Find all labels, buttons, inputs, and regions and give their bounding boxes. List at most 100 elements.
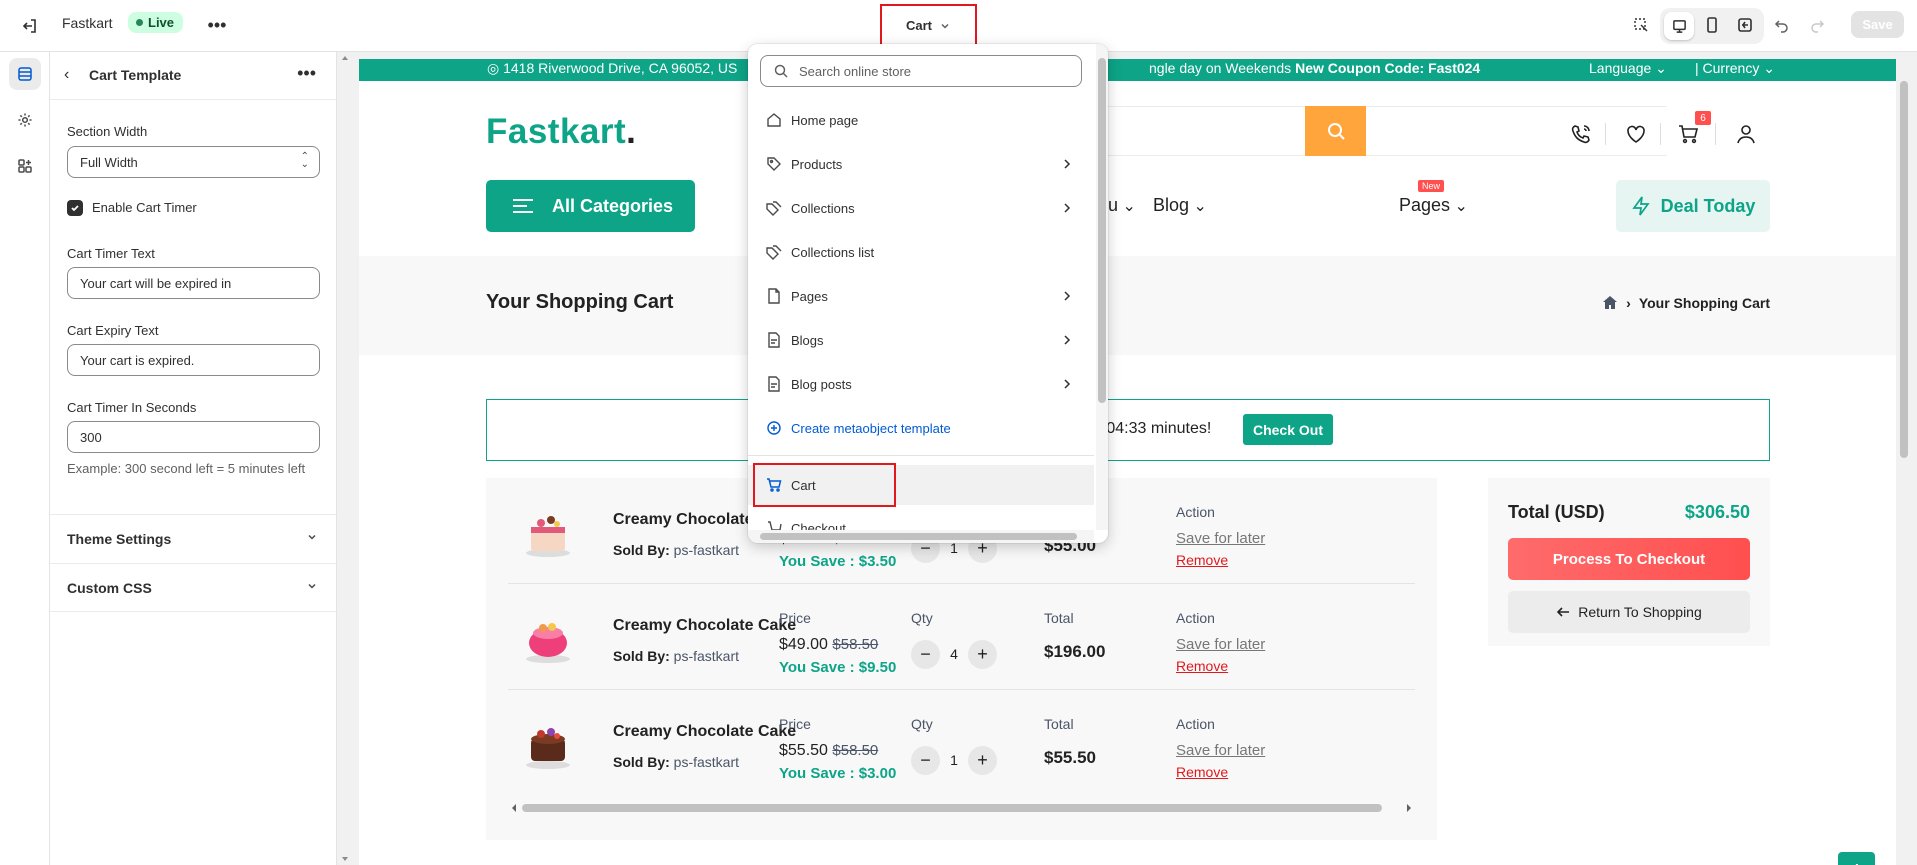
heart-icon[interactable] xyxy=(1623,121,1649,147)
menu-item-collections-list[interactable]: Collections list xyxy=(756,232,1086,272)
nav-item-pages[interactable]: Pages xyxy=(1399,195,1468,216)
theme-settings-fab[interactable] xyxy=(1838,852,1875,865)
quantity-value[interactable]: 1 xyxy=(950,752,958,768)
minus-button[interactable]: − xyxy=(911,639,940,669)
timer-seconds-input[interactable]: 300 xyxy=(67,421,320,453)
home-icon[interactable] xyxy=(1602,295,1618,311)
menu-item-label: Products xyxy=(791,156,843,172)
action-header: Action xyxy=(1176,716,1215,732)
template-selector[interactable]: Cart xyxy=(880,4,977,47)
product-name[interactable]: Creamy Chocolate Cake xyxy=(613,617,796,635)
dropdown-horizontal-scrollbar[interactable] xyxy=(748,530,1094,543)
deal-today-button[interactable]: Deal Today xyxy=(1616,180,1770,232)
mobile-icon[interactable] xyxy=(1697,10,1727,40)
panel-scrollbar[interactable] xyxy=(339,52,351,865)
site-search-button[interactable] xyxy=(1305,106,1366,156)
dropdown-scrollbar[interactable] xyxy=(1096,44,1108,530)
price-value: $55.50 xyxy=(779,742,828,759)
menu-item-home-page[interactable]: Home page xyxy=(756,100,1086,140)
template-search-input[interactable]: Search online store xyxy=(760,55,1082,87)
menu-item-create-metaobject[interactable]: Create metaobject template xyxy=(756,408,1086,448)
promo-prefix: ngle day on Weekends xyxy=(1149,60,1292,76)
apps-icon[interactable] xyxy=(9,150,41,182)
action-header: Action xyxy=(1176,610,1215,626)
status-badge: Live xyxy=(128,12,184,33)
price-header: Price xyxy=(779,610,811,626)
desktop-icon[interactable] xyxy=(1664,12,1694,40)
site-logo[interactable]: Fastkart. xyxy=(486,112,636,152)
chevron-down-icon xyxy=(308,583,316,589)
back-arrow-icon[interactable]: ‹ xyxy=(64,66,69,84)
table-horizontal-scrollbar[interactable] xyxy=(508,800,1415,816)
more-actions-button[interactable]: ••• xyxy=(204,12,230,38)
scrollbar-thumb[interactable] xyxy=(1900,81,1908,458)
return-shopping-button[interactable]: Return To Shopping xyxy=(1508,591,1750,633)
minus-button[interactable]: − xyxy=(911,745,940,775)
search-placeholder: Search online store xyxy=(799,63,912,79)
remove-link[interactable]: Remove xyxy=(1176,658,1228,674)
status-badge-label: Live xyxy=(148,15,175,30)
all-categories-button[interactable]: All Categories xyxy=(486,180,695,232)
price-value: $49.00 xyxy=(779,636,828,653)
plus-button[interactable]: + xyxy=(967,745,997,775)
chevron-right-icon xyxy=(1064,335,1071,345)
exit-icon[interactable] xyxy=(16,12,44,40)
redo-icon[interactable] xyxy=(1802,10,1832,40)
enable-cart-timer-label: Enable Cart Timer xyxy=(92,200,197,215)
scrollbar-thumb[interactable] xyxy=(522,804,1382,812)
save-for-later-link[interactable]: Save for later xyxy=(1176,530,1265,547)
remove-link[interactable]: Remove xyxy=(1176,552,1228,568)
language-label: Language xyxy=(1589,60,1652,76)
menu-item-label: Home page xyxy=(791,112,859,128)
menu-item-collections[interactable]: Collections xyxy=(756,188,1086,228)
home-icon xyxy=(767,113,781,127)
scrollbar-thumb[interactable] xyxy=(1098,58,1106,403)
undo-icon[interactable] xyxy=(1767,10,1797,40)
panel-more-button[interactable]: ••• xyxy=(297,63,316,84)
quantity-value[interactable]: 4 xyxy=(950,646,958,662)
menu-item-products[interactable]: Products xyxy=(756,144,1086,184)
product-name[interactable]: Creamy Chocolate xyxy=(613,511,754,529)
scrollbar-thumb[interactable] xyxy=(760,533,1077,540)
theme-settings-section[interactable]: Theme Settings xyxy=(50,514,337,563)
custom-css-section[interactable]: Custom CSS xyxy=(50,563,337,612)
cake-image[interactable] xyxy=(518,608,578,668)
sold-by: Sold By: ps-fastkart xyxy=(613,754,739,770)
menu-item-blogs[interactable]: Blogs xyxy=(756,320,1086,360)
product-name[interactable]: Creamy Chocolate Cake xyxy=(613,723,796,741)
save-button[interactable]: Save xyxy=(1851,11,1904,38)
chevron-down-icon xyxy=(941,23,949,29)
expiry-text-input[interactable]: Your cart is expired. xyxy=(67,344,320,376)
currency-selector[interactable]: | Currency ⌄ xyxy=(1695,60,1775,77)
sections-icon[interactable] xyxy=(9,58,41,90)
save-for-later-link[interactable]: Save for later xyxy=(1176,742,1265,759)
gear-icon[interactable] xyxy=(9,104,41,136)
tags-icon xyxy=(766,245,782,260)
timer-text-input[interactable]: Your cart will be expired in xyxy=(67,267,320,299)
user-icon[interactable] xyxy=(1733,121,1759,147)
process-checkout-button[interactable]: Process To Checkout xyxy=(1508,538,1750,580)
menu-item-blog-posts[interactable]: Blog posts xyxy=(756,364,1086,404)
phone-icon[interactable] xyxy=(1568,121,1594,147)
chevron-right-icon xyxy=(1064,159,1071,169)
preview-scrollbar[interactable] xyxy=(1896,59,1912,865)
plus-button[interactable]: + xyxy=(967,639,997,669)
check-out-button[interactable]: Check Out xyxy=(1243,414,1333,445)
section-width-select[interactable]: Full Width ⌃ ⌄ xyxy=(67,146,320,178)
menu-item-pages[interactable]: Pages xyxy=(756,276,1086,316)
theme-settings-title: Theme Settings xyxy=(67,531,172,547)
all-categories-label: All Categories xyxy=(552,195,674,216)
remove-link[interactable]: Remove xyxy=(1176,764,1228,780)
enable-cart-timer-checkbox[interactable] xyxy=(67,200,83,216)
store-name: Fastkart xyxy=(62,15,113,31)
cake-image[interactable] xyxy=(518,502,578,562)
inspector-icon[interactable] xyxy=(1626,10,1656,40)
language-selector[interactable]: Language ⌄ xyxy=(1589,60,1667,77)
cake-image[interactable] xyxy=(518,714,578,774)
line-total: $55.50 xyxy=(1044,748,1096,767)
fullscreen-icon[interactable] xyxy=(1730,10,1760,40)
sidebar-rail xyxy=(0,52,50,865)
nav-item-blog[interactable]: Blog xyxy=(1153,195,1207,216)
save-for-later-link[interactable]: Save for later xyxy=(1176,636,1265,653)
sold-by-label: Sold By: xyxy=(613,542,670,558)
